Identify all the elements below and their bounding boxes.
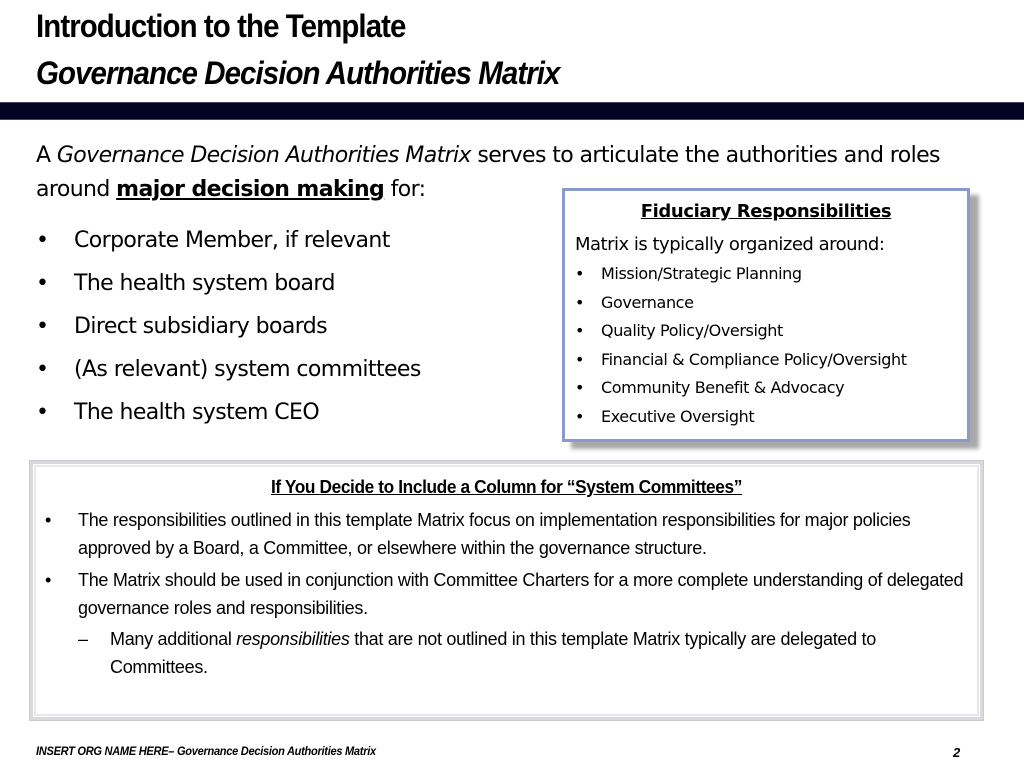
list-item-text: Corporate Member, if relevant xyxy=(74,228,390,253)
list-item-text: The health system CEO xyxy=(74,400,320,425)
list-item: • The Matrix should be used in conjuncti… xyxy=(43,567,970,681)
list-item-text: Mission/Strategic Planning xyxy=(601,264,802,283)
list-item-text: The Matrix should be used in conjunction… xyxy=(78,570,964,618)
list-item: • Governance xyxy=(575,290,957,319)
list-item-text: The responsibilities outlined in this te… xyxy=(78,510,911,558)
page-number: 2 xyxy=(953,745,961,760)
list-item: • Direct subsidiary boards xyxy=(36,310,421,353)
list-item-text: The health system board xyxy=(74,271,335,296)
dash-icon: – xyxy=(78,629,88,649)
bullet-icon: • xyxy=(45,510,52,530)
slide-title: Introduction to the Template xyxy=(36,8,406,44)
intro-prefix: A xyxy=(36,143,57,168)
intro-suffix: for: xyxy=(384,177,426,202)
list-item: • Financial & Compliance Policy/Oversight xyxy=(575,347,957,376)
bullet-icon: • xyxy=(575,264,585,283)
intro-italic-term: Governance Decision Authorities Matrix xyxy=(56,143,472,168)
bullet-icon: • xyxy=(36,314,49,339)
list-item: • Executive Oversight xyxy=(575,404,957,433)
list-item-text: Direct subsidiary boards xyxy=(74,314,328,339)
list-item-text: Quality Policy/Oversight xyxy=(601,321,783,340)
list-item-text: Community Benefit & Advocacy xyxy=(601,378,845,397)
list-item: • (As relevant) system committees xyxy=(36,353,421,396)
bullet-icon: • xyxy=(36,400,49,425)
bullet-icon: • xyxy=(36,271,49,296)
bullet-icon: • xyxy=(36,228,49,253)
list-item: • The health system CEO xyxy=(36,396,421,439)
list-item: • Quality Policy/Oversight xyxy=(575,318,957,347)
sub-text-prefix: Many additional xyxy=(110,629,237,649)
decision-makers-list: • Corporate Member, if relevant • The heal… xyxy=(36,224,421,439)
bullet-icon: • xyxy=(36,357,49,382)
title-divider-bar xyxy=(0,102,1024,120)
fiduciary-responsibilities-box: Fiduciary Responsibilities Matrix is typ… xyxy=(562,188,970,442)
fiduciary-list: • Mission/Strategic Planning • Governance … xyxy=(575,261,957,432)
footer-org-name: INSERT ORG NAME HERE– Governance Decisio… xyxy=(36,744,376,758)
system-committees-title: If You Decide to Include a Column for “S… xyxy=(271,477,742,497)
slide-subtitle: Governance Decision Authorities Matrix xyxy=(36,55,560,91)
list-item-text: Governance xyxy=(601,292,694,312)
fiduciary-box-title: Fiduciary Responsibilities xyxy=(640,201,892,222)
bullet-icon: • xyxy=(575,378,585,397)
system-committees-list: • The responsibilities outlined in this … xyxy=(43,507,970,681)
bullet-icon: • xyxy=(575,321,585,340)
bullet-icon: • xyxy=(575,292,585,312)
list-item: • Mission/Strategic Planning xyxy=(575,261,957,290)
system-committees-box: If You Decide to Include a Column for “S… xyxy=(30,461,983,720)
intro-emphasis: major decision making xyxy=(116,177,385,202)
sub-text-italic: responsibilities xyxy=(236,629,350,649)
list-item: • The health system board xyxy=(36,267,421,310)
list-item-text: (As relevant) system committees xyxy=(74,357,421,382)
bullet-icon: • xyxy=(45,570,52,590)
sub-list-item-text: Many additional responsibilities that ar… xyxy=(110,626,970,681)
fiduciary-box-intro: Matrix is typically organized around: xyxy=(575,234,885,255)
bullet-icon: • xyxy=(575,349,585,369)
sub-list-item: – Many additional responsibilities that … xyxy=(78,626,970,681)
list-item-text: Financial & Compliance Policy/Oversight xyxy=(601,349,907,369)
bullet-icon: • xyxy=(575,406,585,426)
list-item: • Community Benefit & Advocacy xyxy=(575,375,957,404)
list-item-text: Executive Oversight xyxy=(601,406,755,426)
list-item: • Corporate Member, if relevant xyxy=(36,224,421,267)
list-item: • The responsibilities outlined in this … xyxy=(43,507,970,562)
